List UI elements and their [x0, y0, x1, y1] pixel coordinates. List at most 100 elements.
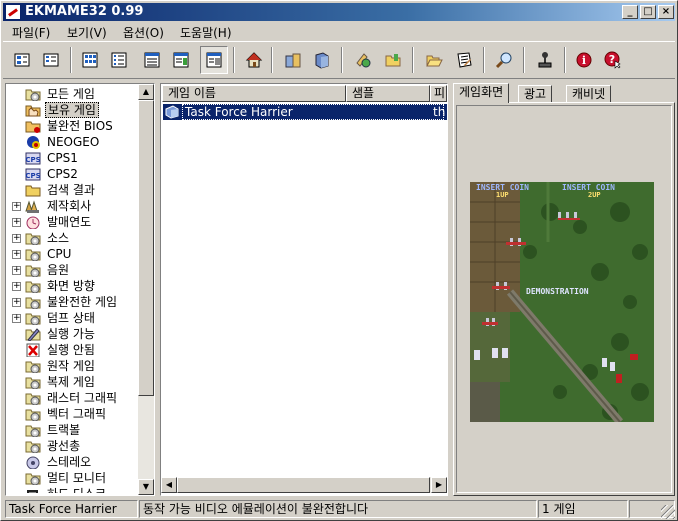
main-window: EKMAME32 0.99 _ □ × 파일(F) 보기(V) 옵션(O) 도움…	[0, 0, 678, 521]
tree-item-label: 원작 게임	[47, 359, 95, 373]
column-header-game-name[interactable]: 게임 이름	[162, 85, 346, 102]
scroll-thumb[interactable]	[138, 100, 154, 396]
list-view-icon[interactable]	[76, 46, 104, 74]
tree-item[interactable]: 검색 결과	[8, 182, 138, 198]
info-icon[interactable]: i	[570, 46, 598, 74]
folders-icon[interactable]	[279, 46, 307, 74]
game-extra-cell: th	[433, 105, 446, 119]
tree-item[interactable]: 스테레오	[8, 454, 138, 470]
toolbar-separator	[523, 47, 525, 73]
tree-item[interactable]: + 화면 방향	[8, 278, 138, 294]
picture-view-icon[interactable]	[167, 46, 195, 74]
tree-item[interactable]: 실행 안됨	[8, 342, 138, 358]
grouped-view-icon[interactable]	[138, 46, 166, 74]
tree-item[interactable]: 모든 게임	[8, 86, 138, 102]
menu-file[interactable]: 파일(F)	[12, 24, 50, 41]
status-game: Task Force Harrier	[5, 500, 138, 518]
toolbar-separator	[564, 47, 566, 73]
resize-grip[interactable]	[661, 505, 675, 519]
expand-icon[interactable]: +	[12, 250, 21, 259]
menu-help[interactable]: 도움말(H)	[180, 24, 232, 41]
game-list-panel[interactable]: 게임 이름 샘플 피 Task Force Harrier th ◀ ▶	[160, 83, 448, 496]
preview-area: INSERT COIN 1UP INSERT COIN 2UP DEMONSTR…	[456, 105, 672, 493]
scroll-right-button[interactable]: ▶	[431, 477, 447, 493]
expand-icon[interactable]: +	[12, 298, 21, 307]
tab-snapshot[interactable]: 게임화면	[453, 83, 510, 103]
tree-item[interactable]: CPS CPS1	[8, 150, 138, 166]
tree-item-label: 래스터 그래픽	[47, 391, 118, 405]
tree-item[interactable]: 래스터 그래픽	[8, 390, 138, 406]
help-icon[interactable]: ?	[599, 46, 627, 74]
scroll-up-button[interactable]: ▲	[138, 84, 154, 100]
tree-item[interactable]: + 덤프 상태	[8, 310, 138, 326]
folder-cd-icon	[25, 425, 41, 437]
tree-item[interactable]: 트랙볼	[8, 422, 138, 438]
minimize-button[interactable]: _	[622, 5, 638, 19]
expand-icon[interactable]: +	[12, 202, 21, 211]
window-title: EKMAME32 0.99	[25, 4, 144, 19]
menu-view[interactable]: 보기(V)	[67, 24, 107, 41]
tree-item[interactable]: CPS CPS2	[8, 166, 138, 182]
scroll-thumb[interactable]	[177, 477, 430, 493]
search-icon[interactable]	[490, 46, 518, 74]
tree-item[interactable]: + 발매연도	[8, 214, 138, 230]
tree-item[interactable]: 실행 가능	[8, 326, 138, 342]
tree-item[interactable]: + CPU	[8, 246, 138, 262]
folder-icon[interactable]	[379, 46, 407, 74]
manufacturer-icon	[25, 200, 39, 213]
tree-item[interactable]: + 제작회사	[8, 198, 138, 214]
title-bar[interactable]: EKMAME32 0.99 _ □ ×	[3, 3, 675, 21]
tree-item[interactable]: 멀티 모니터	[8, 470, 138, 486]
home-icon[interactable]	[240, 46, 268, 74]
cabinet-icon[interactable]	[308, 46, 336, 74]
status-bar: Task Force Harrier 동작 가능 비디오 에뮬레이션이 불완전합…	[3, 499, 675, 519]
tree-vertical-scrollbar[interactable]: ▲ ▼	[138, 84, 154, 495]
open-folder-icon[interactable]	[420, 46, 448, 74]
tree-item[interactable]: 불완전 BIOS	[8, 118, 138, 134]
tree-item[interactable]: 복제 게임	[8, 374, 138, 390]
expand-icon[interactable]: +	[12, 234, 21, 243]
tree-item[interactable]: NEOGEO	[8, 134, 138, 150]
toolbar-separator	[412, 47, 414, 73]
list-horizontal-scrollbar[interactable]: ◀ ▶	[161, 477, 447, 493]
large-icons-view-icon[interactable]	[8, 46, 36, 74]
details-view-icon[interactable]	[105, 46, 133, 74]
scroll-left-button[interactable]: ◀	[161, 477, 177, 493]
table-row[interactable]: Task Force Harrier th	[163, 104, 447, 120]
tree-item[interactable]: 벡터 그래픽	[8, 406, 138, 422]
maximize-button[interactable]: □	[640, 5, 656, 19]
folder-tree[interactable]: 모든 게임 보유 게임 불완전 BIOS NEOGEO CPS CPS1 CPS CPS2 검색…	[8, 86, 138, 493]
tree-item-label: 실행 안됨	[47, 343, 95, 357]
tree-item[interactable]: + 음원	[8, 262, 138, 278]
tree-item[interactable]: + 소스	[8, 230, 138, 246]
expand-icon[interactable]: +	[12, 266, 21, 275]
svg-text:?: ?	[609, 53, 615, 66]
split-view-icon[interactable]	[200, 46, 228, 74]
close-button[interactable]: ×	[658, 5, 674, 19]
tree-item[interactable]: + 불완전한 게임	[8, 294, 138, 310]
column-header-truncated[interactable]: 피	[430, 85, 447, 102]
folder-tree-panel[interactable]: 모든 게임 보유 게임 불완전 BIOS NEOGEO CPS CPS1 CPS CPS2 검색…	[5, 83, 155, 496]
app-icon[interactable]	[5, 4, 21, 20]
tree-item[interactable]: 원작 게임	[8, 358, 138, 374]
tree-item-label: 음원	[47, 263, 70, 277]
tab-flyer[interactable]: 광고	[518, 85, 553, 103]
expand-icon[interactable]: +	[12, 282, 21, 291]
expand-icon[interactable]: +	[12, 314, 21, 323]
properties-icon[interactable]	[349, 46, 377, 74]
cps-icon: CPS	[25, 168, 41, 181]
expand-icon[interactable]: +	[12, 218, 21, 227]
small-icons-view-icon[interactable]	[37, 46, 65, 74]
hand-folder-icon	[25, 105, 41, 117]
tree-item[interactable]: 광선총	[8, 438, 138, 454]
tab-cabinet[interactable]: 캐비넷	[566, 85, 612, 103]
column-header-samples[interactable]: 샘플	[346, 85, 430, 102]
stereo-icon	[26, 456, 40, 469]
tree-item[interactable]: 보유 게임	[8, 102, 138, 118]
menu-options[interactable]: 옵션(O)	[123, 24, 164, 41]
scroll-down-button[interactable]: ▼	[138, 479, 154, 495]
tree-item[interactable]: 하드 디스크	[8, 486, 138, 493]
audit-icon[interactable]	[450, 46, 478, 74]
toolbar-separator	[233, 47, 235, 73]
joystick-icon[interactable]	[531, 46, 559, 74]
